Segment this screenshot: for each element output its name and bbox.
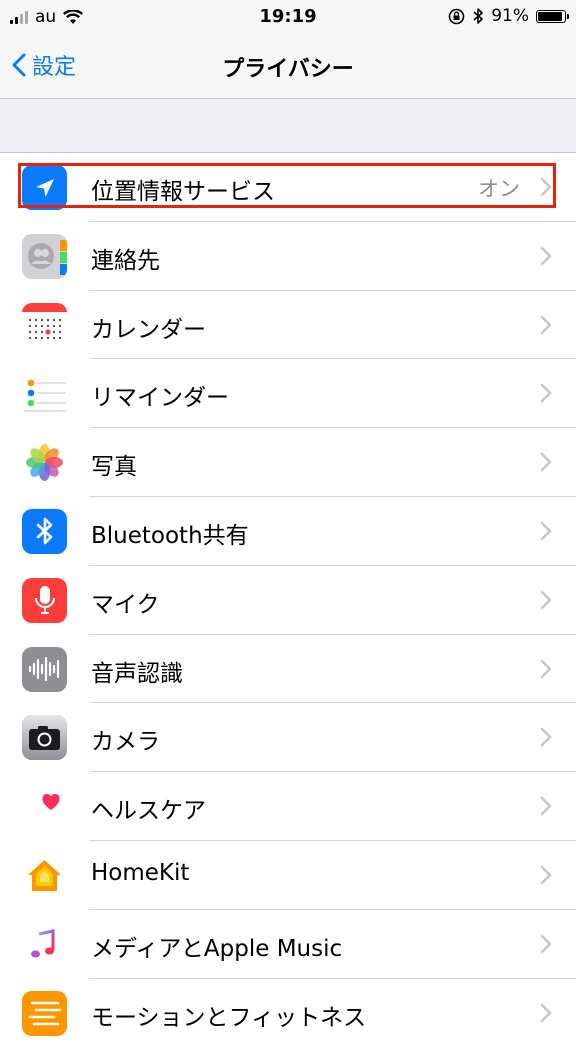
list-item[interactable]: モーションとフィットネス	[0, 979, 576, 1047]
list-item-label: 位置情報サービス	[91, 179, 275, 205]
list-item[interactable]: マイク	[0, 566, 576, 635]
list-item[interactable]: ヘルスケア	[0, 772, 576, 841]
reminders-icon	[22, 371, 67, 417]
list-item-label: リマインダー	[91, 385, 229, 412]
chevron-right-icon	[540, 384, 552, 403]
list-item[interactable]: カメラ	[0, 703, 576, 773]
microphone-icon	[22, 577, 67, 623]
orientation-lock-icon	[448, 8, 465, 24]
chevron-right-icon	[540, 728, 552, 747]
status-bar: au 19:19 91%	[0, 0, 576, 34]
list-item[interactable]: 写真	[0, 428, 576, 497]
list-item[interactable]: 音声認識	[0, 635, 576, 704]
list-item-label: HomeKit	[91, 859, 190, 886]
chevron-right-icon	[540, 177, 552, 197]
status-right: 91%	[448, 6, 569, 26]
list-item-label: 連絡先	[91, 247, 160, 274]
list-item-label: カメラ	[91, 729, 160, 756]
chevron-right-icon	[540, 1003, 552, 1022]
chevron-right-icon	[540, 659, 552, 678]
chevron-right-icon	[540, 452, 552, 472]
bluetooth-icon	[22, 508, 67, 554]
photos-icon	[22, 440, 67, 486]
calendar-icon	[22, 302, 67, 348]
list-item[interactable]: 連絡先	[0, 222, 576, 291]
camera-icon	[22, 715, 67, 761]
list-item[interactable]: Bluetooth共有	[0, 497, 576, 566]
list-item[interactable]: 位置情報サービス オン	[0, 153, 576, 222]
homekit-icon	[22, 852, 67, 898]
page-title: プライバシー	[222, 57, 354, 82]
list-item-label: Bluetooth共有	[91, 522, 249, 549]
motion-icon	[22, 990, 67, 1036]
chevron-right-icon	[540, 246, 552, 266]
contacts-icon	[22, 233, 67, 279]
battery-percent: 91%	[491, 6, 529, 26]
chevron-right-icon	[540, 865, 552, 885]
health-icon	[22, 784, 67, 830]
list-item-label: モーションとフィットネス	[91, 1004, 367, 1031]
battery-icon	[536, 9, 569, 23]
list-item-label: マイク	[91, 591, 160, 618]
list-item-label: メディアとApple Music	[91, 935, 343, 962]
list-item-label: 写真	[91, 454, 137, 481]
location-icon	[22, 165, 67, 210]
list-item[interactable]: リマインダー	[0, 359, 576, 429]
list-item-value: オン	[478, 177, 520, 201]
list-item-label: カレンダー	[91, 316, 206, 343]
list-item[interactable]: HomeKit	[0, 841, 576, 910]
list-item[interactable]: カレンダー	[0, 291, 576, 360]
navigation-bar: 設定 プライバシー	[0, 34, 576, 99]
chevron-right-icon	[540, 934, 552, 954]
list-item-label: ヘルスケア	[91, 798, 206, 825]
speech-recognition-icon	[22, 646, 67, 692]
list-item-label: 音声認識	[91, 660, 183, 687]
chevron-right-icon	[540, 521, 552, 541]
music-icon	[22, 921, 67, 967]
privacy-list: 位置情報サービス オン 連絡先 カレンダー リマインダー 写真 Bluetoot…	[0, 152, 576, 1047]
list-item[interactable]: メディアとApple Music	[0, 910, 576, 979]
bluetooth-status-icon	[473, 8, 484, 24]
chevron-right-icon	[540, 315, 552, 334]
chevron-right-icon	[540, 796, 552, 816]
chevron-right-icon	[540, 590, 552, 610]
